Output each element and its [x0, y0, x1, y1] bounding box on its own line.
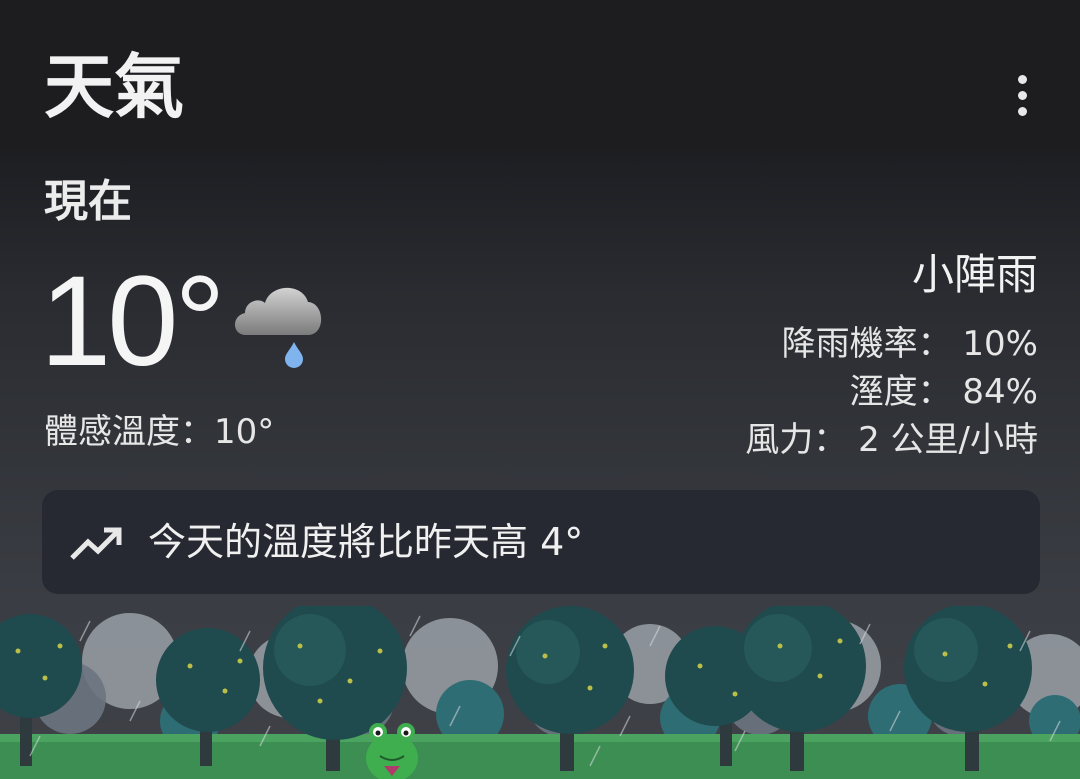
frog-mascot	[366, 723, 418, 779]
humidity: 溼度： 84%	[849, 372, 1038, 412]
trending-up-icon	[70, 527, 122, 560]
more-vert-icon	[1017, 74, 1027, 84]
cloud-rain-icon	[234, 287, 322, 368]
more-options-button[interactable]	[1000, 70, 1044, 120]
temperature-trend-text: 今天的溫度將比昨天高 4°	[148, 520, 584, 564]
rainy-forest-illustration	[0, 606, 1080, 779]
current-temperature: 10°	[40, 250, 226, 393]
precipitation-chance: 降雨機率： 10%	[781, 324, 1038, 364]
feels-like-temperature: 體感溫度：10°	[44, 412, 275, 452]
app-title: 天氣	[44, 46, 184, 128]
wind-speed: 風力： 2 公里/小時	[745, 420, 1038, 460]
weather-condition: 小陣雨	[911, 250, 1038, 299]
now-section-label: 現在	[44, 176, 132, 227]
